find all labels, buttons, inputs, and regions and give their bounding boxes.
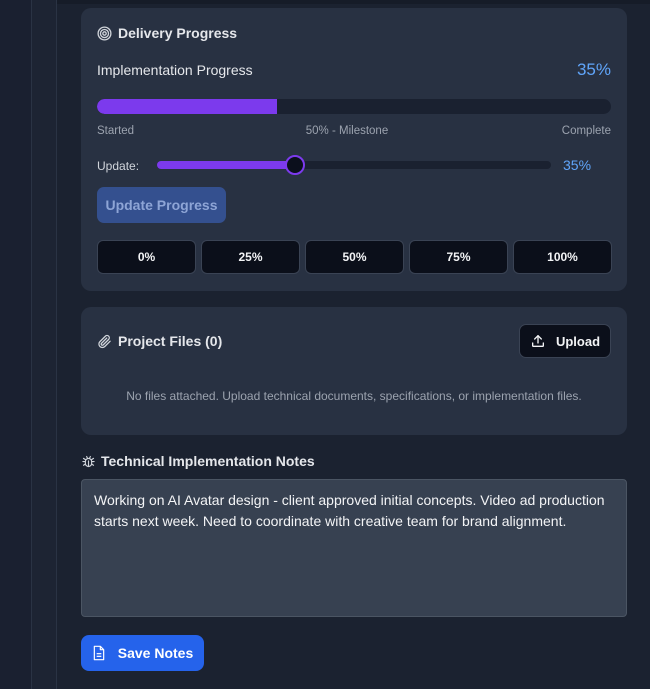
bug-icon (81, 454, 96, 469)
update-progress-button[interactable]: Update Progress (97, 187, 226, 223)
progress-bar-fill (97, 99, 277, 114)
paperclip-icon (97, 334, 112, 349)
update-label: Update: (97, 159, 140, 173)
project-files-card: Project Files (0) Upload No files attach… (81, 307, 627, 435)
progress-slider[interactable] (157, 155, 551, 175)
notes-title: Technical Implementation Notes (101, 453, 315, 469)
implementation-progress-percent: 35% (576, 60, 611, 79)
notes-header: Technical Implementation Notes (81, 453, 315, 469)
quick-set-buttons: 0% 25% 50% 75% 100% (97, 240, 612, 274)
notes-textarea[interactable]: Working on AI Avatar design - client app… (81, 479, 627, 617)
delivery-progress-header: Delivery Progress (97, 25, 237, 41)
upload-icon (530, 333, 546, 349)
project-files-title: Project Files (0) (118, 333, 223, 349)
quick-set-50-button[interactable]: 50% (305, 240, 404, 274)
slider-fill (157, 161, 295, 169)
progress-bar (97, 99, 611, 114)
quick-set-75-button[interactable]: 75% (409, 240, 508, 274)
upload-button[interactable]: Upload (519, 324, 611, 358)
left-gutter (32, 0, 57, 689)
left-rail (0, 0, 32, 689)
top-border (0, 0, 650, 4)
target-icon (97, 25, 112, 41)
scale-complete: Complete (561, 125, 611, 137)
quick-set-100-button[interactable]: 100% (513, 240, 612, 274)
update-percent: 35% (563, 157, 592, 173)
slider-thumb[interactable] (284, 155, 305, 175)
no-files-message: No files attached. Upload technical docu… (126, 389, 582, 403)
implementation-progress-label: Implementation Progress (97, 62, 253, 78)
quick-set-25-button[interactable]: 25% (201, 240, 300, 274)
save-notes-label: Save Notes (117, 645, 194, 661)
upload-button-label: Upload (555, 333, 601, 349)
delivery-progress-card: Delivery Progress Implementation Progres… (81, 8, 627, 291)
scale-milestone: 50% - Milestone (305, 125, 389, 137)
delivery-progress-title: Delivery Progress (118, 25, 238, 41)
save-notes-button[interactable]: Save Notes (81, 635, 204, 671)
document-icon (92, 645, 106, 661)
project-files-header: Project Files (0) (97, 333, 222, 349)
quick-set-0-button[interactable]: 0% (97, 240, 196, 274)
